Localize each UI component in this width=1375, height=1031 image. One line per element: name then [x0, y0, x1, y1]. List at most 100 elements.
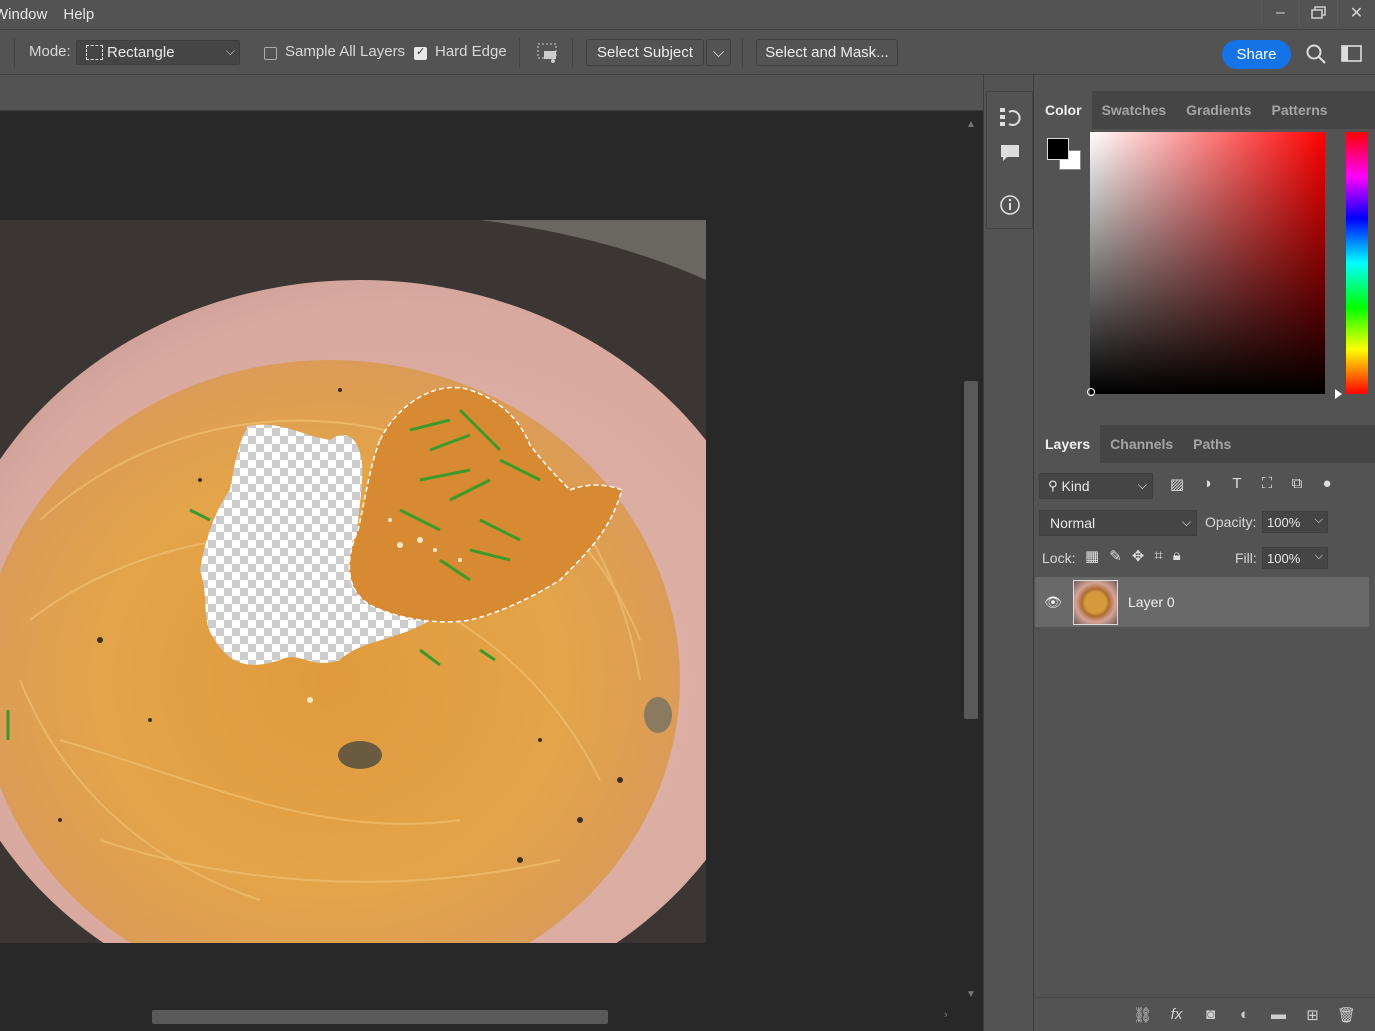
- chevron-down-icon: ⌵: [1314, 550, 1323, 562]
- mask-icon[interactable]: ◙: [1200, 1006, 1221, 1023]
- smart-object-filter-icon[interactable]: ⧉: [1287, 475, 1307, 493]
- fx-icon[interactable]: fx: [1166, 1006, 1187, 1023]
- trash-icon[interactable]: 🗑︎: [1336, 1006, 1357, 1024]
- hard-edge-label: Hard Edge: [435, 43, 507, 60]
- hue-marker[interactable]: [1335, 389, 1342, 399]
- menu-window[interactable]: Window: [0, 6, 63, 23]
- tab-color[interactable]: Color: [1035, 91, 1092, 129]
- panel-icon-group: [986, 91, 1033, 229]
- image-filter-icon[interactable]: ▨: [1167, 475, 1187, 493]
- menu-bar: Window Help – ✕: [0, 0, 1375, 30]
- mode-label: Mode:: [29, 43, 71, 60]
- opacity-value: 100%: [1267, 514, 1301, 530]
- chevron-down-icon: ⌵: [1314, 514, 1323, 526]
- link-icon[interactable]: ⛓︎: [1132, 1006, 1153, 1024]
- horizontal-scrollbar[interactable]: ›: [0, 1006, 961, 1031]
- hard-edge-checkbox[interactable]: [414, 45, 427, 60]
- filter-toggle-icon[interactable]: ●: [1317, 475, 1337, 493]
- tab-swatches[interactable]: Swatches: [1092, 91, 1177, 129]
- shape-filter-icon[interactable]: ⛶: [1257, 475, 1277, 493]
- chevron-down-icon: ⌵: [225, 44, 235, 58]
- vertical-scrollbar[interactable]: ▲ ▼: [961, 111, 983, 1006]
- new-layer-icon[interactable]: ⊞: [1302, 1006, 1323, 1024]
- tab-layers[interactable]: Layers: [1035, 425, 1101, 463]
- lock-icons: ▦ ✎ ✥ ⌗ 🔒︎: [1085, 547, 1181, 565]
- divider: [742, 38, 743, 68]
- lock-all-icon[interactable]: 🔒︎: [1173, 547, 1181, 565]
- panel-icon-strip: [983, 75, 1034, 1031]
- tab-channels[interactable]: Channels: [1100, 425, 1183, 463]
- chevron-down-icon: ⌵: [1137, 478, 1147, 492]
- object-finder-icon[interactable]: [536, 41, 560, 65]
- hue-slider[interactable]: [1346, 132, 1368, 394]
- color-panel-body: [1035, 129, 1375, 423]
- image-canvas[interactable]: [0, 220, 706, 943]
- right-panels: Color Swatches Gradients Patterns Layers…: [1035, 75, 1375, 1031]
- lock-position-icon[interactable]: ✥: [1132, 547, 1145, 565]
- lock-transparent-icon[interactable]: ▦: [1085, 547, 1099, 565]
- sample-all-layers-checkbox[interactable]: [264, 47, 277, 60]
- mode-select[interactable]: Rectangle ⌵: [76, 40, 240, 65]
- info-icon[interactable]: [999, 194, 1021, 216]
- document-tab-strip: [0, 75, 983, 111]
- horizontal-scroll-thumb[interactable]: [152, 1010, 608, 1024]
- fill-field[interactable]: 100% ⌵: [1262, 547, 1328, 569]
- opacity-label: Opacity:: [1205, 514, 1257, 530]
- foreground-color-swatch[interactable]: [1047, 138, 1069, 160]
- color-panel-tabs: Color Swatches Gradients Patterns: [1035, 91, 1375, 129]
- color-picker-field[interactable]: [1090, 132, 1325, 394]
- layer-row[interactable]: 👁︎ Layer 0: [1035, 577, 1369, 627]
- restore-icon[interactable]: [1299, 0, 1337, 26]
- blend-mode-value: Normal: [1050, 515, 1096, 531]
- scroll-right-icon[interactable]: ›: [944, 1009, 948, 1021]
- history-icon[interactable]: [999, 106, 1021, 128]
- adjustment-icon[interactable]: ◐: [1234, 1006, 1255, 1023]
- close-icon[interactable]: ✕: [1337, 0, 1375, 26]
- type-filter-icon[interactable]: T: [1227, 475, 1247, 493]
- workspace-icon[interactable]: [1340, 44, 1364, 64]
- search-icon: ⚲: [1048, 478, 1058, 493]
- chevron-down-icon: ⌵: [712, 44, 725, 61]
- layer-name[interactable]: Layer 0: [1128, 594, 1175, 610]
- tab-paths[interactable]: Paths: [1183, 425, 1241, 463]
- color-picker-cursor: [1087, 388, 1095, 396]
- scroll-down-icon[interactable]: ▼: [966, 989, 976, 1000]
- layer-filter-select[interactable]: ⚲ Kind ⌵: [1039, 473, 1153, 499]
- lock-label: Lock:: [1042, 550, 1076, 566]
- opacity-field[interactable]: 100% ⌵: [1262, 511, 1328, 533]
- blend-mode-select[interactable]: Normal ⌵: [1039, 510, 1197, 536]
- layers-bottom-bar: ⛓︎ fx ◙ ◐ ▬ ⊞ 🗑︎: [1035, 997, 1375, 1031]
- select-subject-button[interactable]: Select Subject: [586, 39, 704, 66]
- tab-gradients[interactable]: Gradients: [1176, 91, 1261, 129]
- layer-filter-value: Kind: [1061, 478, 1090, 494]
- chevron-down-icon: ⌵: [1181, 515, 1191, 529]
- divider: [572, 38, 573, 68]
- rectangle-marquee-icon: [86, 45, 103, 60]
- lock-image-icon[interactable]: ✎: [1109, 547, 1122, 565]
- vertical-scroll-thumb[interactable]: [964, 381, 978, 719]
- adjustment-filter-icon[interactable]: ◑: [1197, 475, 1217, 493]
- minimize-icon[interactable]: –: [1261, 0, 1299, 26]
- divider: [14, 38, 15, 68]
- fill-value: 100%: [1267, 550, 1301, 566]
- scroll-up-icon[interactable]: ▲: [966, 119, 976, 130]
- menu-help[interactable]: Help: [63, 6, 103, 23]
- select-and-mask-button[interactable]: Select and Mask...: [756, 39, 898, 66]
- tab-patterns[interactable]: Patterns: [1262, 91, 1338, 129]
- comment-icon[interactable]: [999, 142, 1021, 164]
- layers-panel-tabs: Layers Channels Paths: [1035, 425, 1375, 463]
- layers-panel: Layers Channels Paths ⚲ Kind ⌵ ▨ ◑ T ⛶ ⧉…: [1035, 425, 1375, 1031]
- divider: [519, 38, 520, 68]
- mode-value: Rectangle: [107, 44, 175, 61]
- share-button[interactable]: Share: [1222, 40, 1291, 69]
- eye-icon[interactable]: 👁︎: [1035, 594, 1071, 611]
- fill-label: Fill:: [1235, 550, 1257, 566]
- group-icon[interactable]: ▬: [1268, 1006, 1289, 1023]
- select-subject-dropdown[interactable]: ⌵: [706, 39, 731, 66]
- layer-thumbnail: [1073, 579, 1118, 625]
- window-controls: – ✕: [1261, 0, 1375, 26]
- search-icon[interactable]: [1305, 43, 1327, 65]
- layer-filter-icons: ▨ ◑ T ⛶ ⧉ ●: [1167, 475, 1337, 493]
- lock-artboard-icon[interactable]: ⌗: [1154, 547, 1162, 565]
- document-area: ▲ ▼ ›: [0, 75, 983, 1031]
